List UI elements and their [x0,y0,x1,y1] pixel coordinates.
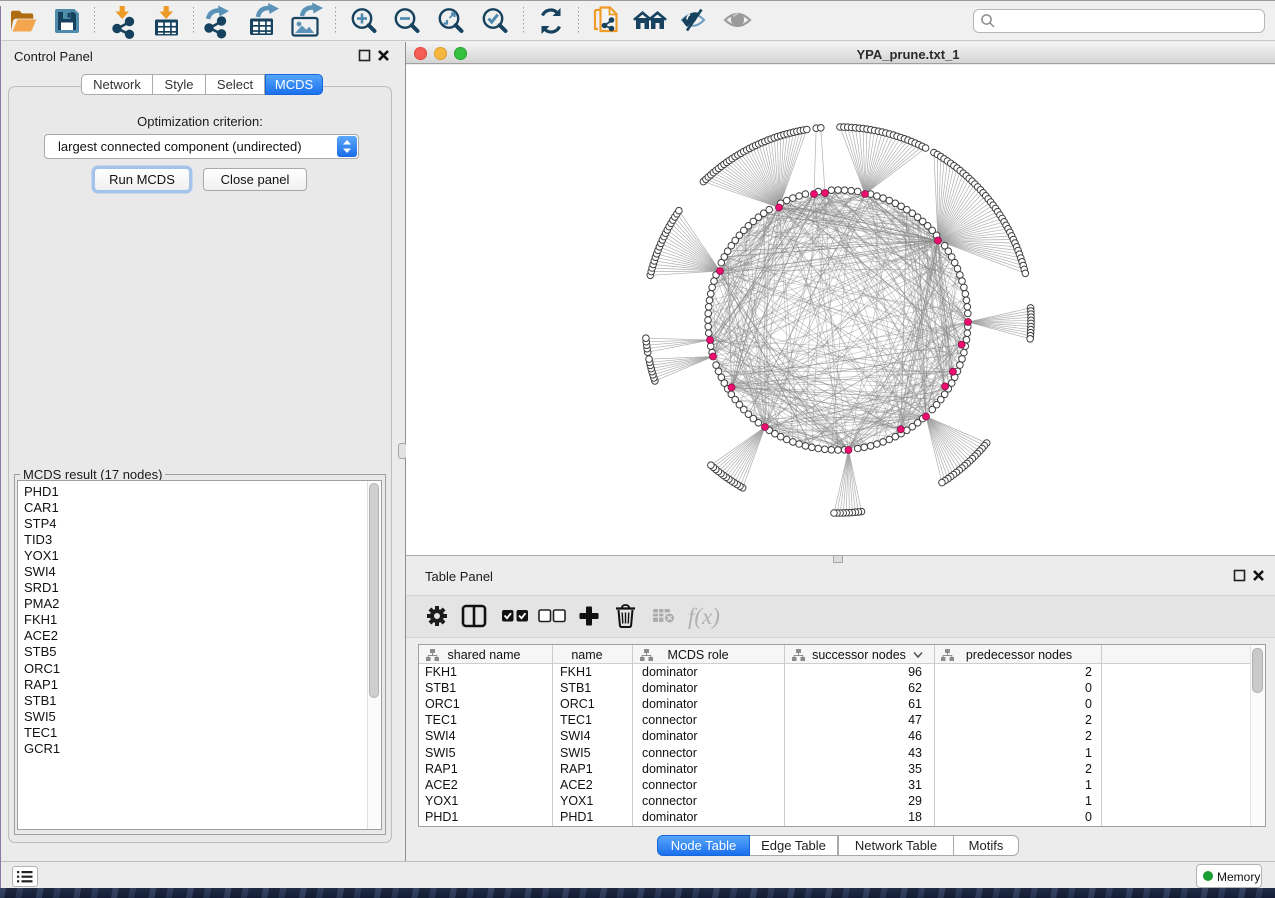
svg-text:f(x): f(x) [688,604,720,629]
